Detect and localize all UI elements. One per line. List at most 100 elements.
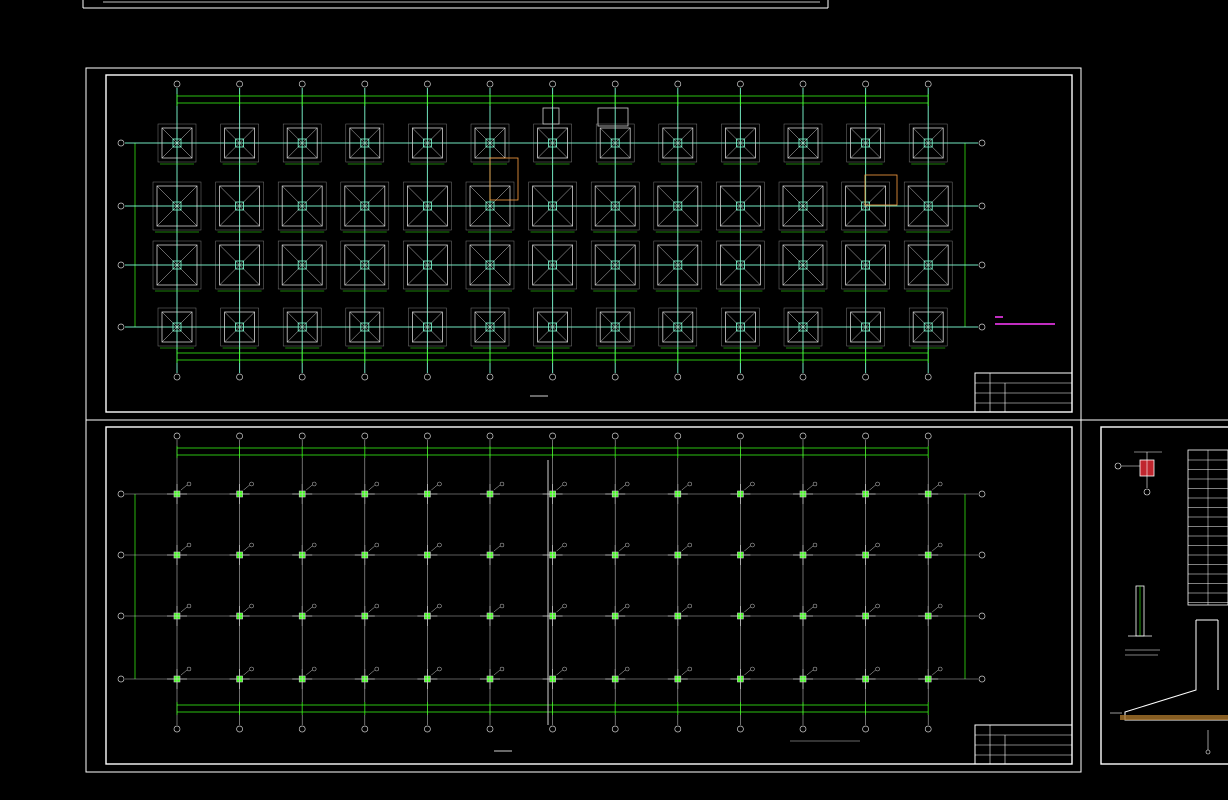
axis-bubble-icon [117, 612, 125, 620]
column-marker-icon [793, 603, 818, 626]
column-marker-icon [292, 666, 317, 689]
axis-bubble-icon [361, 432, 369, 440]
column-marker-icon [229, 542, 254, 565]
axis-bubble-icon [117, 323, 125, 331]
axis-bubble-icon [924, 432, 932, 440]
column-marker-icon [667, 542, 693, 565]
axis-bubble-icon [486, 432, 494, 440]
axis-bubble-icon [486, 373, 494, 381]
axis-bubble-icon [674, 432, 682, 440]
axis-bubble-icon [236, 432, 243, 440]
column-marker-icon [167, 603, 192, 626]
column-marker-icon [354, 666, 380, 689]
axis-bubble-icon [862, 725, 869, 733]
column-marker-icon [480, 603, 505, 626]
column-marker-icon [730, 603, 755, 626]
column-marker-icon [417, 666, 442, 689]
elevator-pit [597, 107, 629, 127]
detail-column-section [1125, 585, 1160, 656]
sheet-foundation-plan[interactable] [85, 67, 1082, 421]
axis-bubble-icon [173, 373, 181, 381]
axis-bubble-icon [424, 725, 431, 733]
column-marker-icon [354, 603, 380, 626]
axis-bubble-icon [298, 373, 306, 381]
column-marker-icon [667, 481, 693, 504]
axis-bubble-icon [611, 373, 619, 381]
axis-bubble-icon [978, 551, 986, 559]
axis-bubble-icon [611, 725, 619, 733]
column-marker-icon [667, 666, 693, 689]
pit-box [542, 107, 560, 125]
axis-bubble-icon [924, 373, 932, 381]
axis-bubble-icon [549, 725, 556, 733]
column-marker-icon [793, 481, 818, 504]
column-marker-icon [542, 603, 567, 626]
column-marker-icon [605, 666, 630, 689]
column-marker-icon [855, 542, 880, 565]
axis-bubble-icon [737, 432, 744, 440]
axis-bubble-icon [549, 80, 556, 88]
column-marker-icon [855, 603, 880, 626]
top-partial-sheet [82, 0, 829, 9]
column-marker-icon [542, 542, 567, 565]
axis-bubble-icon [799, 80, 807, 88]
axis-bubble-icon [549, 373, 556, 381]
column-marker-icon [292, 481, 317, 504]
axis-bubble-icon [737, 725, 744, 733]
column-marker-icon [793, 542, 818, 565]
column-marker-icon [354, 481, 380, 504]
column-marker-icon [542, 666, 567, 689]
column-marker-icon [292, 542, 317, 565]
axis-bubble-icon [117, 490, 125, 498]
axis-bubble-icon [117, 139, 125, 147]
cad-drawing-canvas[interactable] [0, 0, 1228, 800]
stair-zone [864, 174, 898, 206]
sheet-detail[interactable] [1081, 419, 1228, 765]
magenta-note [995, 316, 1055, 325]
axis-bubble-icon [173, 725, 181, 733]
axis-bubble-icon [862, 80, 869, 88]
column-marker-icon [417, 603, 442, 626]
title-block [974, 372, 1073, 413]
axis-bubble-icon [978, 612, 986, 620]
column-marker-icon [855, 481, 880, 504]
axis-bubble-icon [862, 373, 869, 381]
detail-section-red [1114, 451, 1162, 496]
column-marker-icon [417, 542, 442, 565]
column-marker-icon [918, 603, 943, 626]
axis-bubble-icon [978, 490, 986, 498]
axis-bubble-icon [173, 80, 181, 88]
axis-bubble-icon [978, 675, 986, 683]
axis-bubble-icon [799, 373, 807, 381]
axis-bubble-icon [361, 80, 369, 88]
axis-bubble-icon [361, 725, 369, 733]
axis-bubble-icon [862, 432, 869, 440]
column-marker-icon [918, 666, 943, 689]
detail-footing-section [1110, 619, 1228, 755]
column-marker-icon [229, 481, 254, 504]
axis-bubble-icon [173, 432, 181, 440]
column-marker-icon [480, 481, 505, 504]
column-marker-icon [855, 666, 880, 689]
column-marker-icon [292, 603, 317, 626]
axis-bubble-icon [674, 80, 682, 88]
axis-bubble-icon [978, 202, 986, 210]
sheet-column-layout-plan[interactable] [85, 419, 1082, 773]
column-marker-icon [730, 542, 755, 565]
axis-bubble-icon [298, 725, 306, 733]
axis-bubble-icon [424, 373, 431, 381]
column-marker-icon [918, 481, 943, 504]
detail-schedule-table [1187, 449, 1228, 606]
axis-bubble-icon [799, 432, 807, 440]
column-marker-icon [229, 666, 254, 689]
column-marker-icon [167, 666, 192, 689]
column-marker-icon [417, 481, 442, 504]
axis-bubble-icon [486, 80, 494, 88]
column-marker-icon [667, 603, 693, 626]
column-marker-icon [605, 603, 630, 626]
column-marker-icon [354, 542, 380, 565]
column-marker-icon [730, 481, 755, 504]
title-block [974, 724, 1073, 765]
axis-bubble-icon [486, 725, 494, 733]
axis-bubble-icon [424, 432, 431, 440]
